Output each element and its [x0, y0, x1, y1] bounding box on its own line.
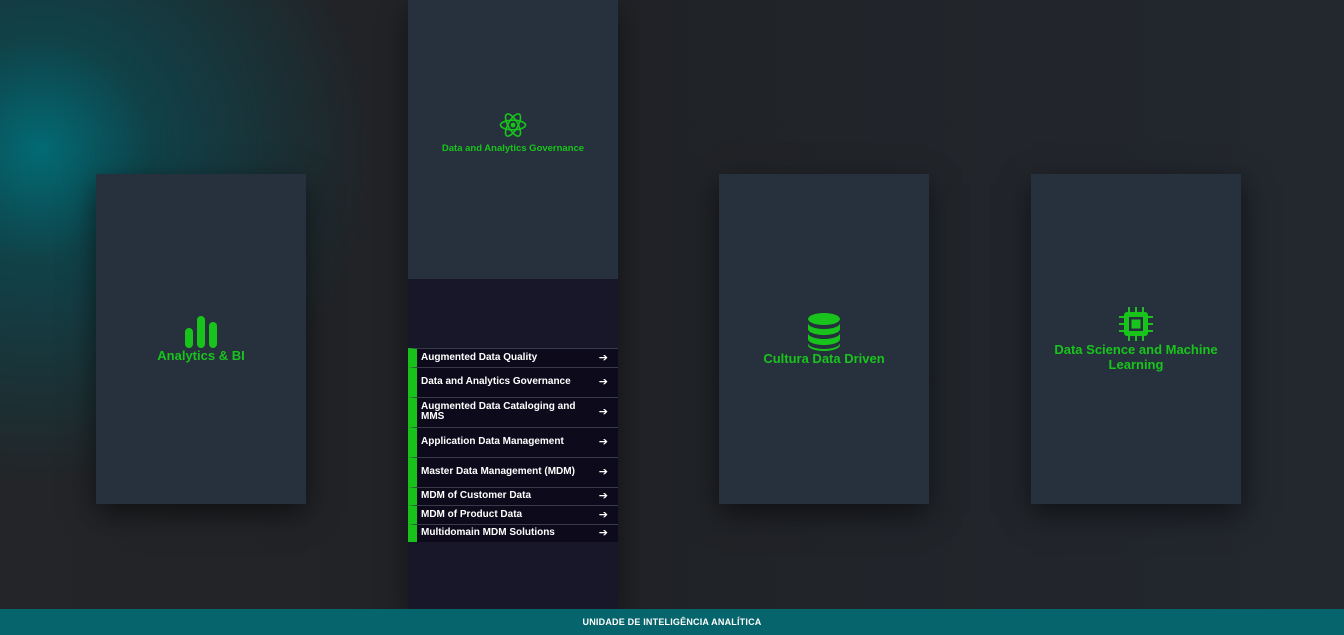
menu-item-data-analytics-governance[interactable]: Data and Analytics Governance ➔: [408, 366, 618, 397]
menu-item-augmented-data-cataloging[interactable]: Augmented Data Cataloging and MMS ➔: [408, 396, 618, 427]
menu-item-label: Augmented Data Quality: [421, 351, 538, 363]
card-cultura-data-driven[interactable]: Cultura Data Driven: [719, 174, 929, 504]
arrow-right-icon: ➔: [598, 405, 608, 418]
card-analytics-bi[interactable]: Analytics & BI: [96, 174, 306, 504]
menu-item-master-data-management[interactable]: Master Data Management (MDM) ➔: [408, 456, 618, 487]
card-title: Data and Analytics Governance: [441, 142, 585, 154]
arrow-right-icon: ➔: [598, 435, 608, 448]
menu-item-label: Data and Analytics Governance: [421, 375, 571, 387]
database-icon: [807, 312, 841, 351]
card-title: Analytics & BI: [157, 347, 245, 363]
card-title: Cultura Data Driven: [763, 350, 885, 366]
menu-item-multidomain-mdm[interactable]: Multidomain MDM Solutions ➔: [408, 523, 618, 542]
arrow-right-icon: ➔: [598, 508, 608, 521]
atom-icon: [499, 112, 527, 141]
arrow-right-icon: ➔: [598, 527, 608, 539]
menu-item-label: MDM of Customer Data: [421, 490, 532, 501]
menu-item-label: MDM of Product Data: [421, 508, 523, 520]
card-header: Data and Analytics Governance: [408, 0, 618, 279]
arrow-right-icon: ➔: [598, 465, 608, 478]
menu-item-mdm-customer-data[interactable]: MDM of Customer Data ➔: [408, 486, 618, 505]
menu-item-mdm-product-data[interactable]: MDM of Product Data ➔: [408, 505, 618, 524]
governance-submenu: Augmented Data Quality ➔ Data and Analyt…: [408, 348, 618, 542]
arrow-right-icon: ➔: [598, 375, 608, 388]
arrow-right-icon: ➔: [598, 490, 608, 502]
bar-chart-icon: [184, 315, 218, 348]
menu-item-label: Application Data Management: [421, 435, 564, 447]
footer: UNIDADE DE INTELIGÊNCIA ANALÍTICA: [0, 609, 1344, 635]
card-data-analytics-governance[interactable]: Data and Analytics Governance Augmented …: [408, 0, 618, 609]
menu-item-label: Augmented Data Cataloging and MMS: [421, 400, 576, 422]
menu-item-augmented-data-quality[interactable]: Augmented Data Quality ➔: [408, 348, 618, 367]
arrow-right-icon: ➔: [598, 351, 608, 364]
card-data-science-ml[interactable]: Data Science and Machine Learning: [1031, 174, 1241, 504]
chip-icon: [1118, 306, 1154, 342]
menu-item-application-data-management[interactable]: Application Data Management ➔: [408, 426, 618, 457]
card-title: Data Science and Machine Learning: [1054, 342, 1218, 372]
menu-item-label: Multidomain MDM Solutions: [421, 527, 555, 538]
menu-item-label: Master Data Management (MDM): [421, 465, 575, 477]
